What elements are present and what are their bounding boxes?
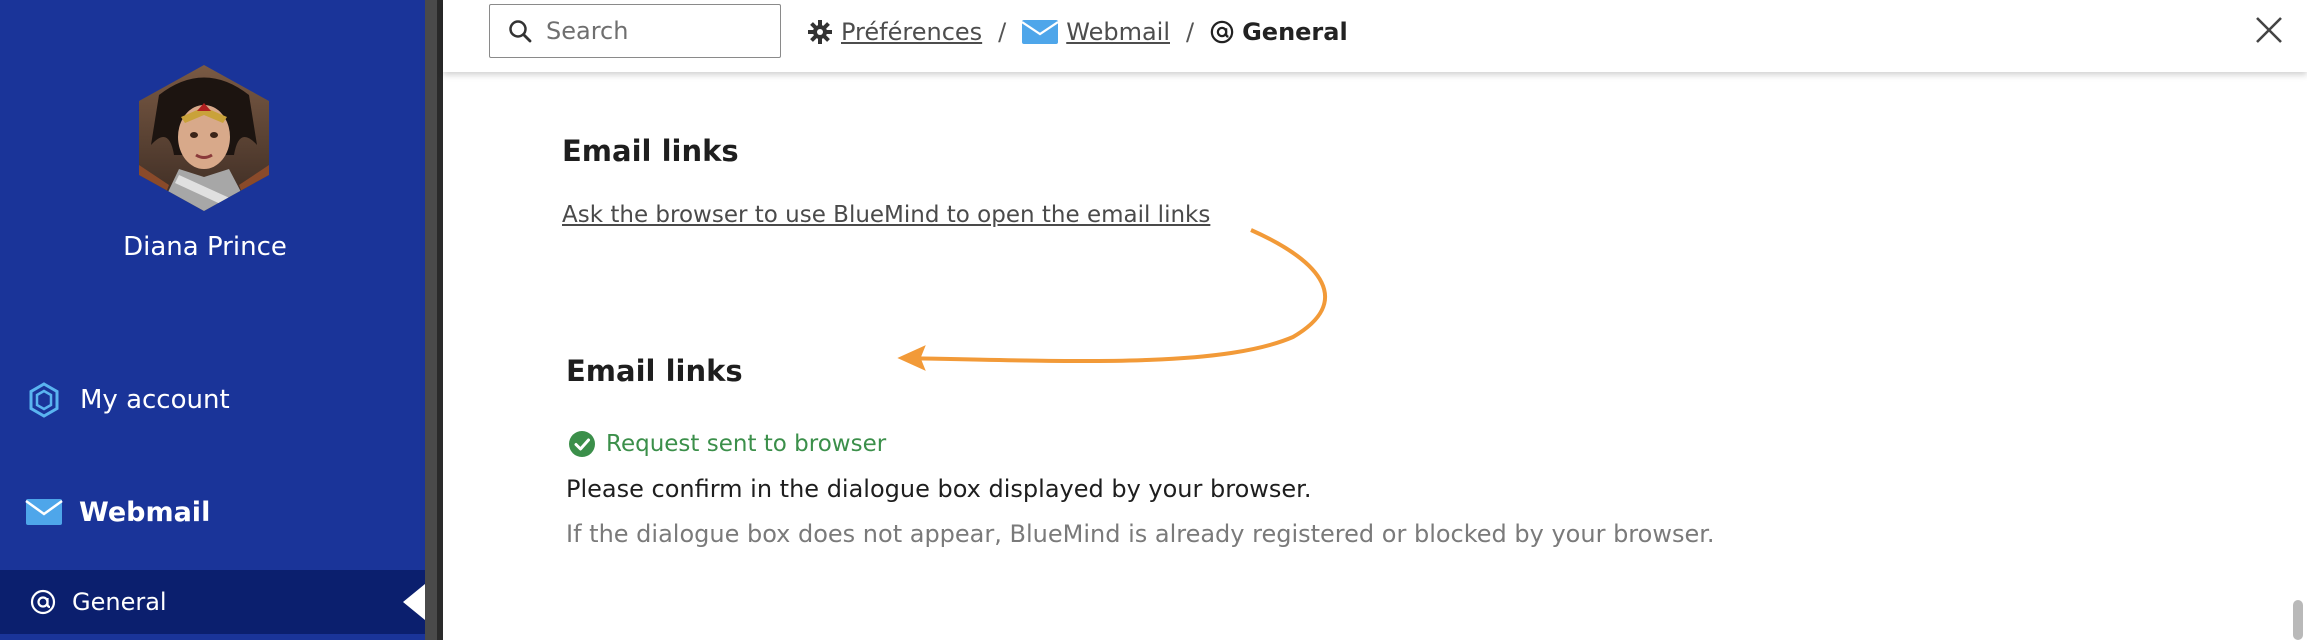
breadcrumb-item-webmail[interactable]: Webmail [1022, 18, 1170, 46]
active-item-indicator [403, 584, 425, 620]
breadcrumb-link[interactable]: Webmail [1066, 18, 1170, 46]
breadcrumb-separator: / [998, 18, 1007, 46]
top-bar: Préférences / Webmail / General [443, 0, 2307, 72]
search-icon [509, 20, 532, 43]
user-avatar[interactable] [139, 65, 269, 211]
breadcrumb-item-general: General [1210, 18, 1348, 46]
status-message: Request sent to browser [568, 430, 886, 458]
envelope-icon [1022, 20, 1059, 44]
register-mailto-link[interactable]: Ask the browser to use BlueMind to open … [562, 202, 1210, 228]
sidebar-item-my-account[interactable]: My account [0, 380, 425, 420]
status-text: Request sent to browser [606, 431, 887, 457]
sidebar-item-general[interactable]: General [0, 570, 425, 634]
scrollbar-thumb[interactable] [2293, 600, 2303, 640]
hint-text: If the dialogue box does not appear, Blu… [566, 520, 1715, 548]
confirm-text: Please confirm in the dialogue box displ… [566, 475, 1312, 503]
section-title-before: Email links [562, 134, 739, 168]
at-sign-icon [30, 589, 56, 615]
main-content: Email links Ask the browser to use BlueM… [443, 72, 2307, 640]
sidebar-item-label: Webmail [79, 496, 211, 528]
sidebar-item-label: My account [80, 385, 230, 415]
section-title-after: Email links [566, 354, 743, 388]
breadcrumb-separator: / [1186, 18, 1195, 46]
search-box[interactable] [489, 4, 781, 58]
close-icon[interactable] [2253, 14, 2285, 46]
sidebar-item-webmail[interactable]: Webmail [0, 492, 425, 532]
envelope-icon [25, 499, 63, 525]
user-name: Diana Prince [123, 232, 287, 262]
search-input[interactable] [546, 17, 766, 45]
breadcrumb-item-preferences[interactable]: Préférences [807, 18, 982, 46]
at-sign-icon [1210, 20, 1234, 44]
breadcrumb-current: General [1242, 18, 1348, 46]
account-icon [29, 382, 59, 418]
check-circle-icon [569, 431, 595, 457]
breadcrumb: Préférences / Webmail / General [807, 14, 1348, 50]
gear-icon [808, 20, 832, 44]
breadcrumb-link[interactable]: Préférences [841, 18, 982, 46]
sidebar-item-label: General [72, 588, 167, 616]
sidebar: Diana Prince My account Webmail General [0, 0, 425, 640]
